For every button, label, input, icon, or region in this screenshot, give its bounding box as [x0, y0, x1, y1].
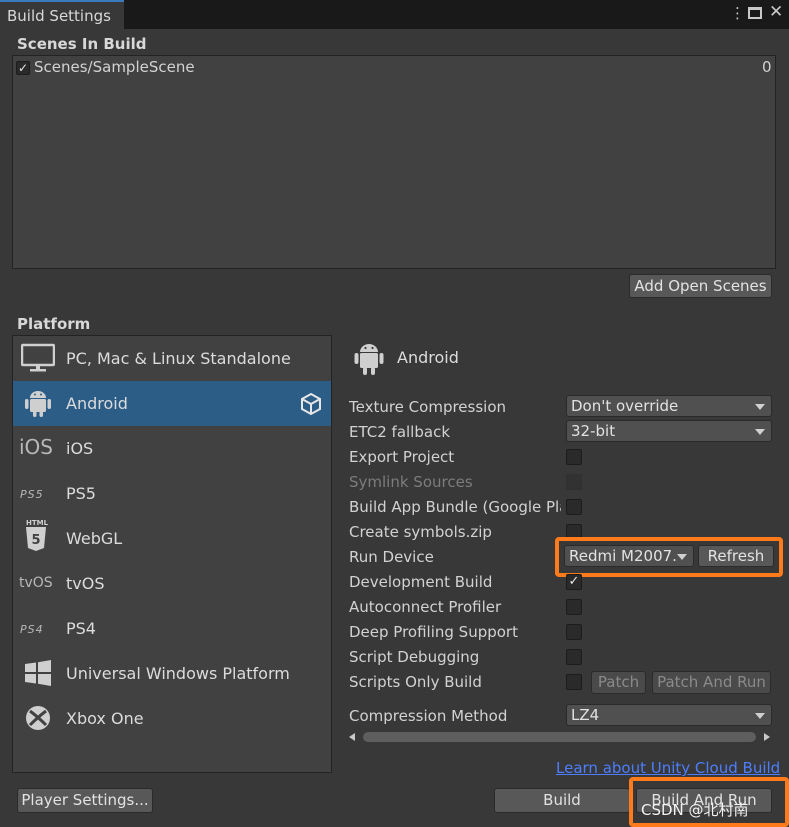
chevron-down-icon [755, 404, 765, 410]
script-debugging-label: Script Debugging [349, 648, 480, 666]
android-icon [354, 344, 384, 375]
build-app-bundle-checkbox[interactable] [566, 499, 582, 515]
platform-item-ios[interactable]: iOS iOS [13, 426, 331, 471]
tab-title: Build Settings [7, 7, 111, 25]
scenes-list[interactable]: ✓ Scenes/SampleScene 0 [12, 55, 776, 269]
platform-item-label: Xbox One [66, 709, 144, 728]
platform-item-label: PS5 [66, 484, 96, 503]
html5-caption: HTML [26, 519, 49, 527]
compression-method-label: Compression Method [349, 707, 508, 725]
symlink-sources-checkbox [566, 474, 582, 490]
scene-name: Scenes/SampleScene [34, 58, 195, 76]
platform-item-webgl[interactable]: HTML 5 WebGL [13, 516, 331, 561]
chevron-down-icon [755, 429, 765, 435]
android-icon [25, 391, 51, 417]
texture-compression-label: Texture Compression [349, 398, 507, 416]
etc2-fallback-dropdown[interactable]: 32-bit [566, 420, 772, 442]
platform-list[interactable]: PC, Mac & Linux Standalone Android iOS i… [12, 335, 332, 773]
deep-profiling-checkbox[interactable] [566, 624, 582, 640]
xbox-logo-icon [26, 706, 50, 730]
platform-item-uwp[interactable]: Universal Windows Platform [13, 651, 331, 696]
platform-item-label: iOS [66, 439, 94, 458]
ps5-logo-icon: PS5 [20, 488, 44, 501]
create-symbols-label: Create symbols.zip [349, 523, 492, 541]
dropdown-value: 32-bit [571, 422, 616, 440]
platform-item-ps4[interactable]: PS4 PS4 [13, 606, 331, 651]
platform-label: Platform [17, 315, 91, 333]
html5-icon: 5 [26, 527, 46, 551]
autoconnect-profiler-label: Autoconnect Profiler [349, 598, 502, 616]
dropdown-value: Don't override [571, 397, 679, 415]
scroll-right-icon[interactable] [764, 733, 770, 741]
player-settings-button[interactable]: Player Settings... [17, 788, 153, 813]
chevron-down-icon [677, 554, 687, 560]
texture-compression-dropdown[interactable]: Don't override [566, 395, 772, 417]
close-icon[interactable]: ✕ [769, 3, 783, 21]
export-project-label: Export Project [349, 448, 455, 466]
dropdown-value: LZ4 [571, 706, 600, 724]
monitor-icon [21, 343, 55, 372]
run-device-label: Run Device [349, 548, 434, 566]
deep-profiling-label: Deep Profiling Support [349, 623, 518, 641]
watermark: CSDN @北村南 [641, 801, 749, 819]
platform-item-label: tvOS [66, 574, 105, 593]
scroll-left-icon[interactable] [349, 733, 355, 741]
horizontal-scrollbar[interactable] [347, 730, 773, 744]
maximize-icon[interactable] [748, 7, 762, 19]
add-open-scenes-button[interactable]: Add Open Scenes [629, 274, 772, 298]
scenes-in-build-label: Scenes In Build [17, 35, 147, 53]
scripts-only-build-checkbox[interactable] [566, 674, 582, 690]
dropdown-value: Redmi M2007. [569, 547, 677, 565]
scrollbar-thumb[interactable] [363, 732, 756, 742]
settings-header: Android [397, 348, 459, 367]
script-debugging-checkbox[interactable] [566, 649, 582, 665]
scene-index: 0 [762, 58, 772, 76]
development-build-label: Development Build [349, 573, 493, 591]
platform-item-tvos[interactable]: tvOS tvOS [13, 561, 331, 606]
tvos-logo-icon: tvOS [19, 575, 53, 591]
ios-logo-icon: iOS [19, 435, 53, 459]
refresh-button[interactable]: Refresh [698, 545, 774, 567]
platform-item-label: PS4 [66, 619, 96, 638]
build-button[interactable]: Build [494, 788, 630, 813]
scripts-only-build-label: Scripts Only Build [349, 673, 482, 691]
ps4-logo-icon: PS4 [20, 623, 44, 636]
compression-method-dropdown[interactable]: LZ4 [566, 704, 772, 726]
patch-button[interactable]: Patch [591, 671, 646, 694]
patch-and-run-button[interactable]: Patch And Run [652, 671, 771, 694]
cloud-build-link[interactable]: Learn about Unity Cloud Build [556, 759, 780, 777]
more-vert-icon[interactable]: ⋮ [730, 4, 745, 22]
windows-logo-icon [25, 660, 51, 686]
run-device-dropdown[interactable]: Redmi M2007. [564, 545, 694, 567]
svg-text:5: 5 [31, 533, 40, 548]
platform-item-xbox-one[interactable]: Xbox One [13, 696, 331, 741]
platform-item-android[interactable]: Android [13, 381, 331, 426]
chevron-down-icon [755, 713, 765, 719]
build-app-bundle-label: Build App Bundle (Google Play [349, 498, 561, 516]
export-project-checkbox[interactable] [566, 449, 582, 465]
scene-include-checkbox[interactable]: ✓ [16, 61, 30, 75]
symlink-sources-label: Symlink Sources [349, 473, 473, 491]
platform-item-ps5[interactable]: PS5 PS5 [13, 471, 331, 516]
platform-item-label: PC, Mac & Linux Standalone [66, 349, 291, 368]
scene-row[interactable]: ✓ Scenes/SampleScene 0 [13, 56, 775, 78]
tab-build-settings[interactable]: Build Settings [0, 0, 124, 30]
etc2-fallback-label: ETC2 fallback [349, 423, 451, 441]
development-build-checkbox[interactable]: ✓ [566, 574, 582, 590]
platform-item-label: WebGL [66, 529, 123, 548]
autoconnect-profiler-checkbox[interactable] [566, 599, 582, 615]
unity-logo-icon [301, 392, 321, 416]
platform-item-standalone[interactable]: PC, Mac & Linux Standalone [13, 336, 331, 381]
platform-item-label: Universal Windows Platform [66, 664, 290, 683]
platform-item-label: Android [66, 394, 128, 413]
